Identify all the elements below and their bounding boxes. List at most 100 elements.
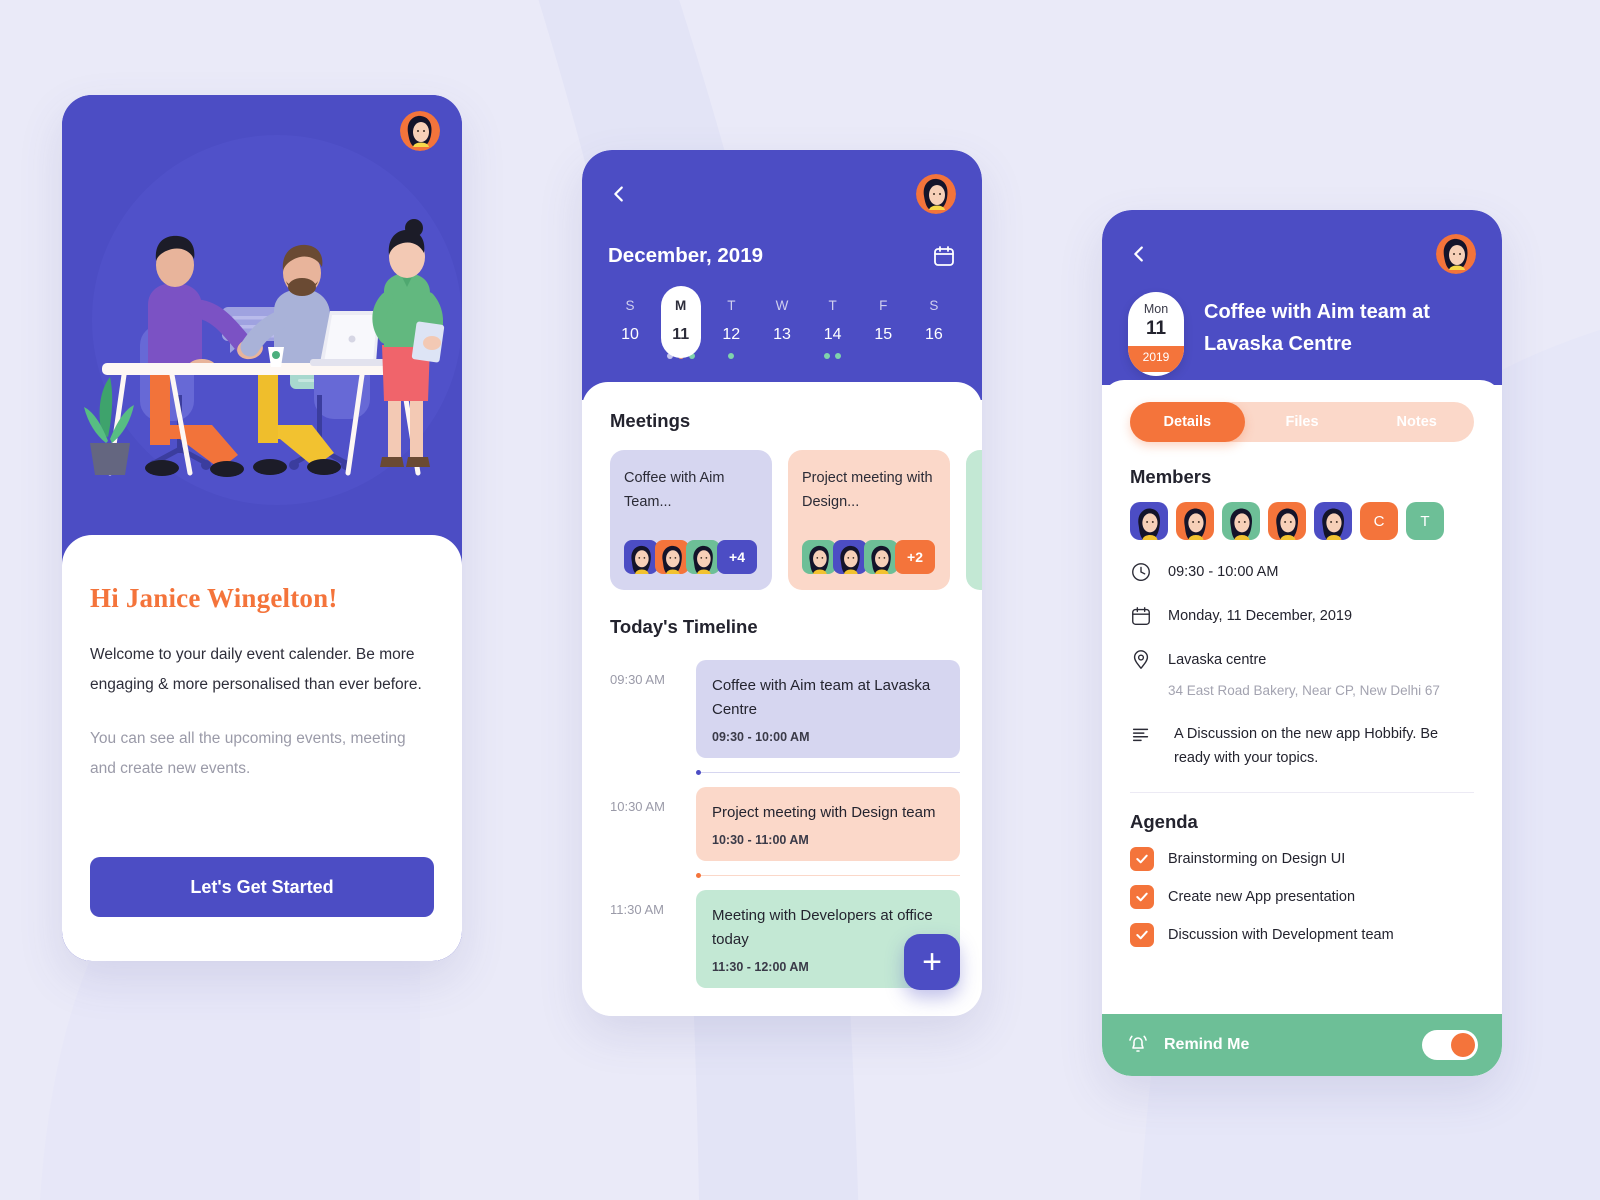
get-started-button[interactable]: Let's Get Started (90, 857, 434, 917)
day-of-week: W (775, 298, 789, 313)
member-avatar[interactable] (1314, 502, 1352, 540)
event-description: A Discussion on the new app Hobbify. Be … (1174, 726, 1439, 766)
avatar[interactable] (1436, 234, 1476, 274)
event-dot (677, 353, 684, 359)
day-cell-14[interactable]: T 14 (811, 290, 855, 360)
meetings-title: Meetings (610, 410, 691, 431)
plus-icon: + (922, 943, 942, 981)
agenda-checkbox[interactable] (1130, 847, 1154, 871)
event-dots (709, 353, 753, 360)
agenda-item[interactable]: Brainstorming on Design UI (1130, 847, 1474, 871)
avatar[interactable] (916, 174, 956, 214)
agenda-title: Agenda (1130, 811, 1198, 832)
meeting-card-title: Coffee with Aim Team... (624, 470, 725, 510)
member-avatar[interactable] (1130, 502, 1168, 540)
date-badge: Mon 11 2019 (1128, 292, 1184, 376)
agenda-label: Create new App presentation (1168, 889, 1356, 905)
remind-me-label: Remind Me (1164, 1036, 1250, 1053)
event-dot (835, 353, 842, 359)
meeting-card[interactable] (966, 450, 982, 590)
day-cell-11[interactable]: M 11 (659, 286, 703, 360)
day-number: 12 (722, 326, 741, 343)
event-details-screen: Mon 11 2019 Coffee with Aim team at Lava… (1102, 210, 1502, 1076)
agenda-checkbox[interactable] (1130, 923, 1154, 947)
event-dots (659, 353, 703, 360)
timeline-separator (696, 873, 960, 878)
agenda-item[interactable]: Discussion with Development team (1130, 923, 1474, 947)
attendee-stack: +4 (624, 540, 758, 574)
attendee-avatar (655, 540, 689, 574)
day-cell-10[interactable]: S 10 (608, 290, 652, 360)
member-avatar[interactable] (1176, 502, 1214, 540)
meetings-carousel[interactable]: Coffee with Aim Team... +4 Project meeting… (582, 450, 982, 590)
chevron-left-icon[interactable] (1128, 243, 1150, 265)
event-address: 34 East Road Bakery, Near CP, New Delhi … (1168, 683, 1440, 698)
event-title: Coffee with Aim team at Lavaska Centre (1204, 301, 1430, 355)
calendar-icon[interactable] (932, 244, 956, 268)
event-location: Lavaska centre (1168, 652, 1267, 668)
day-number: 13 (773, 326, 791, 343)
event-dot (824, 353, 831, 359)
details-tabs: Details Files Notes (1130, 402, 1474, 442)
day-cell-16[interactable]: S 16 (912, 290, 956, 360)
week-strip: S 10 M 11 T 12 W 13 T 14 F 15 S 16 (608, 286, 956, 360)
event-dot (688, 353, 695, 359)
members-title: Members (1130, 466, 1212, 487)
calendar-screen: December, 2019 S 10 M 11 T 12 W 13 T 14 F 15 S 16 Mee… (582, 150, 982, 1016)
day-cell-12[interactable]: T 12 (709, 290, 753, 360)
info-row-time: 09:30 - 10:00 AM (1130, 560, 1474, 584)
welcome-paragraph-primary: Welcome to your daily event calender. Be… (90, 646, 422, 693)
remind-me-toggle[interactable] (1422, 1030, 1478, 1060)
timeline-separator (696, 770, 960, 775)
day-cell-15[interactable]: F 15 (861, 290, 905, 360)
month-title: December, 2019 (608, 244, 764, 267)
timeline-event-card[interactable]: Project meeting with Design team 10:30 - … (696, 787, 960, 861)
toggle-knob (1451, 1033, 1475, 1057)
map-pin-icon (1130, 649, 1152, 671)
tab-details[interactable]: Details (1130, 402, 1245, 442)
info-row-date: Monday, 11 December, 2019 (1130, 604, 1474, 628)
date-badge-dow: Mon (1143, 302, 1169, 316)
member-avatar[interactable] (1222, 502, 1260, 540)
member-avatar[interactable] (1268, 502, 1306, 540)
agenda-item[interactable]: Create new App presentation (1130, 885, 1474, 909)
welcome-paragraph-secondary: You can see all the upcoming events, mee… (90, 730, 406, 777)
welcome-card: Hi Janice Wingelton! Welcome to your dai… (62, 535, 462, 961)
member-initial[interactable]: C (1360, 502, 1398, 540)
timeline-row[interactable]: 10:30 AM Project meeting with Design team… (610, 787, 960, 861)
date-badge-day: 11 (1145, 318, 1167, 339)
day-number: 16 (925, 326, 943, 343)
day-of-week: M (675, 298, 687, 313)
avatar[interactable] (400, 111, 440, 151)
details-body: Details Files Notes Members CT 09:30 - 10:… (1102, 380, 1502, 1076)
attendee-overflow-count: +2 (895, 540, 935, 574)
event-time: 09:30 - 10:00 AM (1168, 564, 1279, 580)
day-cell-13[interactable]: W 13 (760, 290, 804, 360)
attendee-avatar (864, 540, 898, 574)
event-dots (912, 353, 956, 360)
attendee-overflow-count: +4 (717, 540, 757, 574)
meeting-card[interactable]: Coffee with Aim Team... +4 (610, 450, 772, 590)
chevron-left-icon[interactable] (608, 183, 630, 205)
add-event-fab[interactable]: + (904, 934, 960, 990)
clock-icon (1130, 561, 1152, 583)
event-dots (608, 353, 652, 360)
day-of-week: S (929, 298, 939, 313)
event-dot (666, 353, 673, 359)
agenda-list: Brainstorming on Design UI Create new App… (1130, 847, 1474, 947)
event-dots (760, 353, 804, 360)
timeline-event-card[interactable]: Coffee with Aim team at Lavaska Centre 09… (696, 660, 960, 758)
meeting-card[interactable]: Project meeting with Design... +2 (788, 450, 950, 590)
tab-notes[interactable]: Notes (1359, 402, 1474, 442)
date-badge-year: 2019 (1128, 346, 1184, 372)
timeline-separator-line (701, 772, 960, 773)
day-number: 14 (823, 326, 842, 343)
agenda-label: Brainstorming on Design UI (1168, 851, 1346, 867)
timeline-row[interactable]: 09:30 AM Coffee with Aim team at Lavaska … (610, 660, 960, 758)
tab-files[interactable]: Files (1245, 402, 1360, 442)
timeline-event-hours: 10:30 - 11:00 AM (712, 833, 809, 847)
description-lines-icon (1130, 723, 1152, 745)
info-row-location: Lavaska centre 34 East Road Bakery, Near… (1130, 648, 1474, 702)
member-initial[interactable]: T (1406, 502, 1444, 540)
agenda-checkbox[interactable] (1130, 885, 1154, 909)
